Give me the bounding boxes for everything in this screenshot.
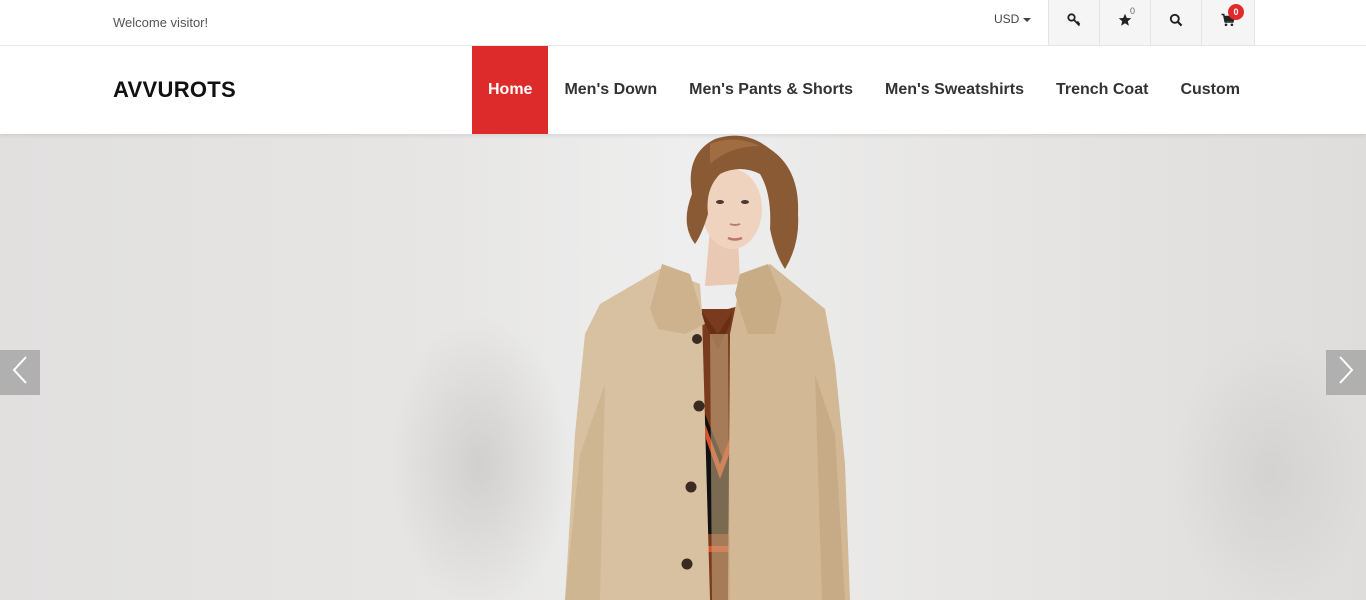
slider-prev-button[interactable] — [0, 350, 40, 395]
nav-item-home[interactable]: Home — [472, 46, 549, 134]
main-nav: Home Men's Down Men's Pants & Shorts Men… — [472, 46, 1256, 134]
nav-item-mens-pants-shorts[interactable]: Men's Pants & Shorts — [673, 46, 869, 134]
hero-slider — [0, 134, 1366, 600]
cart-count-badge: 0 — [1228, 4, 1244, 20]
nav-item-trench-coat[interactable]: Trench Coat — [1040, 46, 1164, 134]
account-button[interactable] — [1048, 0, 1099, 45]
caret-down-icon — [1023, 17, 1032, 22]
chevron-left-icon — [11, 355, 29, 390]
background-shadow — [390, 314, 570, 600]
cart-button[interactable]: 0 — [1201, 0, 1255, 45]
currency-label: USD — [994, 12, 1020, 26]
wishlist-button[interactable]: 0 — [1099, 0, 1150, 45]
site-logo[interactable]: AVVUROTS — [113, 77, 236, 103]
nav-item-custom[interactable]: Custom — [1164, 46, 1256, 134]
site-header: AVVUROTS Home Men's Down Men's Pants & S… — [0, 46, 1366, 134]
chevron-right-icon — [1337, 355, 1355, 390]
nav-item-mens-down[interactable]: Men's Down — [548, 46, 673, 134]
search-button[interactable] — [1150, 0, 1201, 45]
wishlist-count: 0 — [1130, 6, 1136, 16]
top-icon-group: 0 0 — [1048, 0, 1255, 45]
welcome-text: Welcome visitor! — [113, 15, 209, 30]
slider-next-button[interactable] — [1326, 350, 1366, 395]
hero-model-image — [565, 135, 850, 600]
top-bar: Welcome visitor! USD 0 0 — [0, 0, 1366, 46]
currency-selector[interactable]: USD — [994, 12, 1032, 26]
nav-item-mens-sweatshirts[interactable]: Men's Sweatshirts — [869, 46, 1040, 134]
search-icon — [1169, 13, 1183, 32]
key-icon — [1067, 13, 1081, 32]
